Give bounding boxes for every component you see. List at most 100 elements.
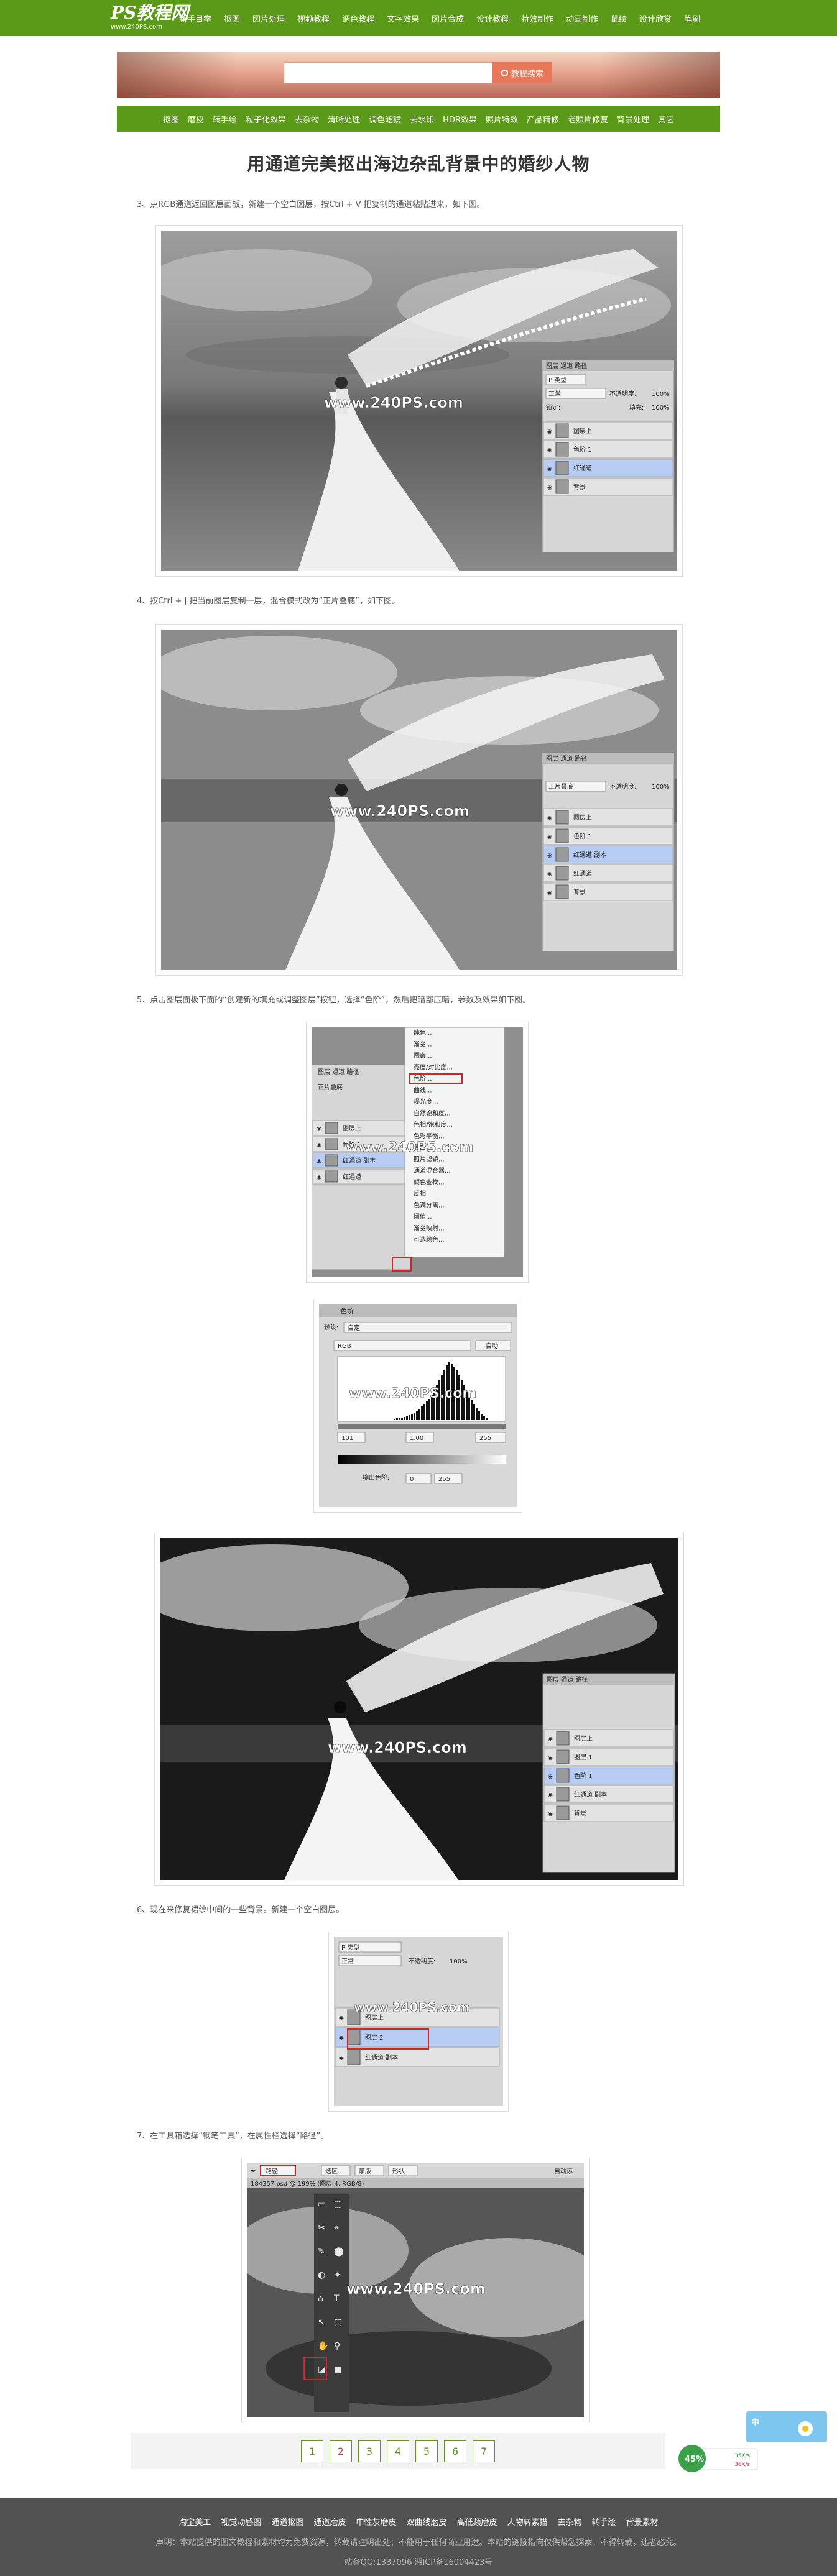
blend-select-6[interactable]: 正常 [341, 1957, 354, 1965]
layer-row[interactable]: ◉ 图层上 [543, 808, 673, 827]
levels-channel-select[interactable] [333, 1340, 471, 1351]
layer-row[interactable]: ◉ 红通道 [543, 459, 673, 477]
toolbox-tool-icon[interactable]: ■ [334, 2365, 342, 2375]
toolbox-tool-icon[interactable]: ▭ [318, 2199, 326, 2209]
footer-link[interactable]: 背景素材 [626, 2518, 659, 2528]
footer-link[interactable]: 通道抠图 [271, 2518, 303, 2528]
category-nav-item[interactable]: 转手绘 [213, 113, 237, 125]
visibility-eye-icon[interactable]: ◉ [548, 1755, 553, 1761]
top-nav-item[interactable]: 抠图 [224, 12, 240, 24]
category-nav-item[interactable]: 去水印 [410, 113, 434, 125]
adjust-menu-item[interactable]: 阈值... [414, 1212, 432, 1221]
search-button[interactable]: 教程搜索 [492, 62, 552, 83]
layer-row[interactable]: ◉ 色阶 1 [543, 827, 673, 845]
visibility-eye-icon[interactable]: ◉ [548, 1792, 553, 1799]
layer-row[interactable]: ◉ 色阶 1 [543, 1766, 674, 1785]
toolbox-tool-icon[interactable]: ⌖ [334, 2223, 339, 2233]
visibility-eye-icon[interactable]: ◉ [547, 429, 552, 435]
search-input[interactable] [284, 62, 492, 83]
visibility-eye-icon[interactable]: ◉ [339, 2035, 344, 2042]
category-nav-item[interactable]: HDR效果 [443, 113, 477, 125]
page-link[interactable]: 4 [387, 2440, 409, 2462]
toolbox-tool-icon[interactable]: T [333, 2294, 340, 2304]
category-nav-item[interactable]: 产品精修 [527, 113, 559, 125]
doc-tab-title[interactable]: 184357.psd @ 199% (图层 4, RGB/8) [251, 2180, 364, 2188]
page-link[interactable]: 5 [415, 2440, 438, 2462]
category-nav-item[interactable]: 背景处理 [617, 113, 649, 125]
toolbox-tool-icon[interactable]: ↖ [318, 2317, 325, 2327]
top-nav-item[interactable]: 设计欣赏 [639, 12, 672, 24]
toolbox-tool-icon[interactable]: ✋ [318, 2340, 328, 2351]
layer-row[interactable]: ◉ 背景 [543, 477, 673, 496]
adjust-menu-item[interactable]: 亮度/对比度... [414, 1063, 453, 1071]
toolbox-tool-icon[interactable]: ⬚ [334, 2199, 342, 2209]
footer-link[interactable]: 中性灰磨皮 [356, 2518, 396, 2528]
toolbox-tool-icon[interactable]: ◐ [318, 2270, 325, 2280]
visibility-eye-icon[interactable]: ◉ [547, 853, 552, 859]
adjust-menu-item[interactable]: 渐变... [414, 1040, 432, 1048]
category-nav-item[interactable]: 磨皮 [188, 113, 204, 125]
top-nav-item[interactable]: 设计教程 [476, 12, 509, 24]
adjust-menu-item[interactable]: 曝光度... [414, 1098, 438, 1106]
category-nav-item[interactable]: 老照片修复 [568, 113, 608, 125]
visibility-eye-icon[interactable]: ◉ [548, 1774, 553, 1780]
adjust-menu-item[interactable]: 反相 [414, 1189, 426, 1198]
visibility-eye-icon[interactable]: ◉ [548, 1736, 553, 1743]
top-nav-item[interactable]: 动画制作 [566, 12, 598, 24]
pen-tool-icon[interactable]: ✒ [251, 2167, 256, 2175]
adjust-menu-item[interactable]: 图案... [414, 1052, 432, 1060]
visibility-eye-icon[interactable]: ◉ [317, 1175, 321, 1181]
adjust-menu-item[interactable]: 色调分离... [414, 1201, 445, 1209]
footer-link[interactable]: 转手绘 [592, 2518, 616, 2528]
blend-select-3[interactable]: 正片叠底 [318, 1083, 343, 1091]
top-nav-item[interactable]: 笔刷 [684, 12, 700, 24]
visibility-eye-icon[interactable]: ◉ [317, 1126, 321, 1132]
page-link[interactable]: 2 [330, 2440, 352, 2462]
layer-row[interactable]: ◉ 背景 [543, 882, 673, 901]
toolbox-tool-icon[interactable]: ✎ [318, 2247, 325, 2257]
layer-row[interactable]: ◉ 背景 [543, 1804, 674, 1822]
fill-value-1[interactable]: 100% [652, 405, 670, 411]
layer-row[interactable]: ◉ 图层上 [543, 421, 673, 440]
adjust-menu-item[interactable]: 自然饱和度... [414, 1109, 451, 1117]
toolbox-tool-icon[interactable]: ✦ [334, 2270, 341, 2280]
layer-row[interactable]: ◉ 图层 1 [543, 1748, 674, 1766]
adjust-menu-item[interactable]: 照片滤镜... [414, 1155, 445, 1163]
adjust-menu-item[interactable]: 通道混合器... [414, 1167, 451, 1175]
opacity-value-6[interactable]: 100% [450, 1958, 468, 1965]
toolbox-tool-icon[interactable]: ✂ [318, 2223, 325, 2233]
visibility-eye-icon[interactable]: ◉ [548, 1811, 553, 1817]
page-link[interactable]: 7 [473, 2440, 495, 2462]
visibility-eye-icon[interactable]: ◉ [317, 1158, 321, 1165]
top-nav-item[interactable]: 图片合成 [432, 12, 464, 24]
kind-select-1[interactable]: P 类型 [548, 376, 566, 384]
toolbox-tool-icon[interactable]: ⚲ [334, 2341, 340, 2351]
footer-link[interactable]: 视觉动感图 [221, 2518, 261, 2528]
footer-link[interactable]: 通道磨皮 [313, 2518, 346, 2528]
category-nav-item[interactable]: 去杂物 [295, 113, 319, 125]
visibility-eye-icon[interactable]: ◉ [547, 890, 552, 896]
adjust-menu-item[interactable]: 可选颜色... [414, 1235, 445, 1244]
blend-select-2[interactable]: 正片叠底 [548, 782, 573, 791]
toolbox-tool-icon[interactable]: ⬤ [334, 2247, 344, 2257]
layer-row[interactable]: ◉ 红通道 副本 [335, 2047, 500, 2067]
adjust-menu-item[interactable]: 色相/饱和度... [414, 1121, 453, 1129]
layer-row[interactable]: ◉ 红通道 [312, 1168, 409, 1185]
kind-select-6[interactable]: P 类型 [341, 1943, 359, 1951]
layer-row[interactable]: ◉ 图层 2 [335, 2027, 500, 2047]
adjust-menu-item[interactable]: 色阶... [414, 1075, 432, 1083]
layer-row[interactable]: ◉ 红通道 副本 [543, 845, 673, 864]
visibility-eye-icon[interactable]: ◉ [547, 447, 552, 454]
page-link[interactable]: 1 [301, 2440, 323, 2462]
visibility-eye-icon[interactable]: ◉ [547, 871, 552, 878]
top-nav-item[interactable]: 文字效果 [387, 12, 419, 24]
visibility-eye-icon[interactable]: ◉ [339, 2055, 344, 2061]
category-nav-item[interactable]: 粒子化效果 [246, 113, 286, 125]
share-widget[interactable]: 中 [746, 2411, 837, 2442]
adjust-menu-item[interactable]: 渐变映射... [414, 1224, 445, 1232]
visibility-eye-icon[interactable]: ◉ [317, 1142, 321, 1148]
top-nav-item[interactable]: 调色教程 [342, 12, 374, 24]
toolbox-tool-icon[interactable]: ▢ [334, 2317, 342, 2327]
visibility-eye-icon[interactable]: ◉ [547, 834, 552, 840]
top-nav-item[interactable]: 图片处理 [252, 12, 285, 24]
